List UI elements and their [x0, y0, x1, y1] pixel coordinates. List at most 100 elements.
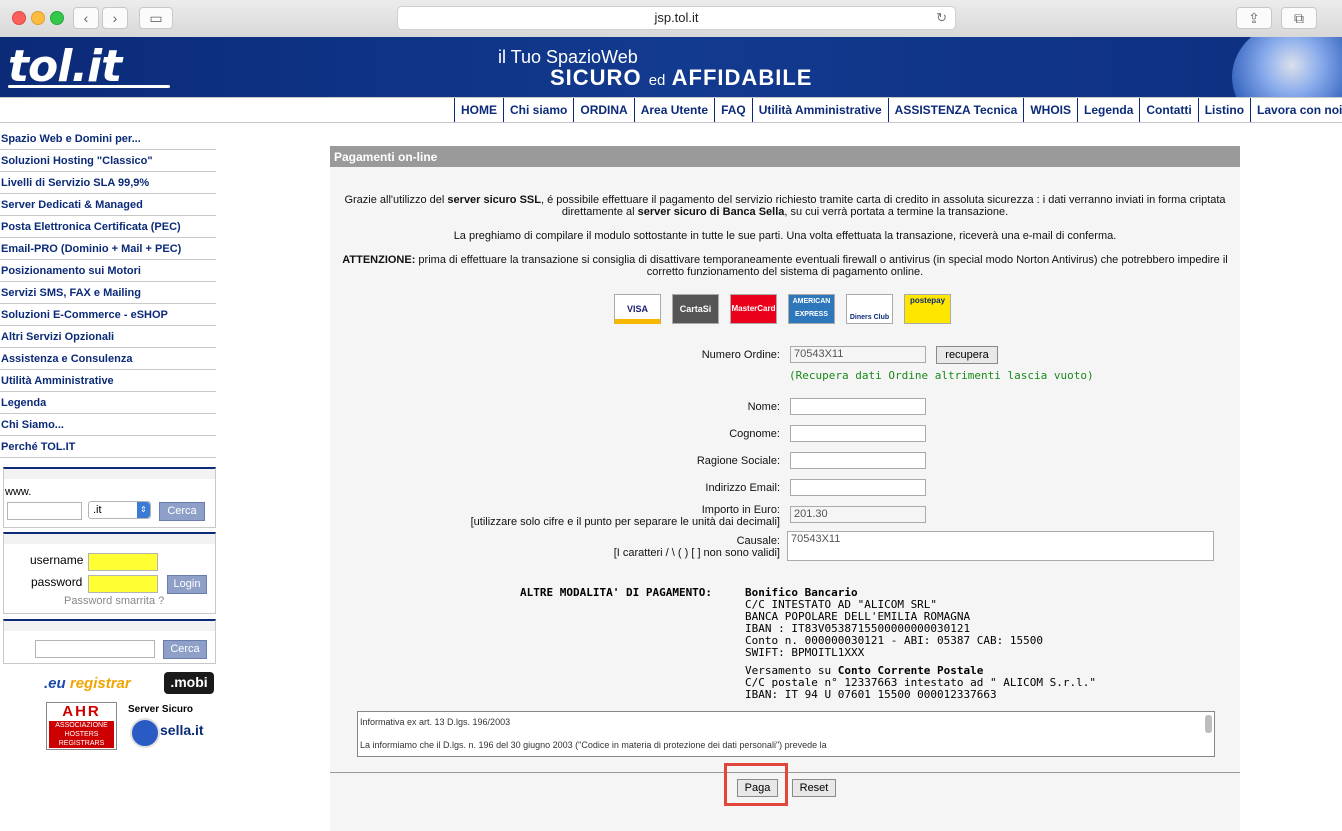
topnav-item[interactable]: ORDINA — [573, 98, 633, 122]
eu-registrar-logo[interactable]: .eu registrar — [44, 675, 131, 692]
email-label: Indirizzo Email: — [705, 482, 780, 494]
sidebar-toggle-button[interactable]: ▭ — [139, 7, 173, 29]
topnav-item[interactable]: FAQ — [714, 98, 752, 122]
mobi-logo[interactable]: .mobi — [164, 672, 214, 694]
cartasi-logo: CartaSi — [672, 294, 719, 324]
domain-search-button[interactable]: Cerca — [159, 502, 205, 521]
recupera-hint: (Recupera dati Ordine altrimenti lascia … — [789, 369, 1094, 382]
causale-label-1: Causale: — [736, 535, 780, 547]
sidebar-item[interactable]: Email-PRO (Dominio + Mail + PEC) — [0, 238, 216, 260]
attention-text-2: corretto funzionamento del sistema di pa… — [646, 266, 924, 278]
sidebar-item[interactable]: Perché TOL.IT — [0, 436, 216, 458]
tagline-affidabile: AFFIDABILE — [671, 65, 813, 90]
cognome-label: Cognome: — [729, 428, 780, 440]
attention-text: prima di effettuare la transazione si co… — [415, 254, 1228, 266]
site-search-button[interactable]: Cerca — [163, 640, 207, 659]
username-input[interactable] — [88, 553, 158, 571]
importo-label-2: [utilizzare solo cifre e il punto per se… — [470, 516, 780, 528]
ahr-logo[interactable]: AHR ASSOCIAZIONE HOSTERS REGISTRARS — [46, 702, 117, 750]
eu-logo-prefix: .eu — [44, 675, 66, 692]
sidebar-item[interactable]: Servizi SMS, FAX e Mailing — [0, 282, 216, 304]
close-window-button[interactable] — [12, 11, 26, 25]
topnav-item[interactable]: Contatti — [1139, 98, 1197, 122]
causale-label: Causale: [I caratteri / \ ( ) [ ] non so… — [430, 535, 780, 559]
card-logos: VISA CartaSi MasterCard AMERICAN EXPRESS… — [614, 294, 951, 324]
site-logo[interactable]: tol.it — [8, 45, 122, 89]
globe-image — [1232, 37, 1342, 97]
domain-input[interactable] — [7, 502, 82, 520]
site-search-input[interactable] — [35, 640, 155, 658]
sidebar-item[interactable]: Assistenza e Consulenza — [0, 348, 216, 370]
topnav-item[interactable]: WHOIS — [1023, 98, 1077, 122]
topnav-item[interactable]: Lavora con noi — [1250, 98, 1342, 122]
privacy-textarea[interactable]: Informativa ex art. 13 D.lgs. 196/2003 L… — [357, 711, 1215, 757]
sidebar-item[interactable]: Chi Siamo... — [0, 414, 216, 436]
order-number-label: Numero Ordine: — [701, 349, 780, 361]
ragione-sociale-input[interactable] — [790, 452, 926, 469]
zoom-window-button[interactable] — [50, 11, 64, 25]
site-search-box: Cerca — [3, 619, 216, 664]
share-button[interactable]: ⇪ — [1236, 7, 1272, 29]
sidebar-item[interactable]: Altri Servizi Opzionali — [0, 326, 216, 348]
sidebar-item[interactable]: Posizionamento sui Motori — [0, 260, 216, 282]
address-bar[interactable]: jsp.tol.it ↻ — [397, 6, 956, 30]
chevron-right-icon: › — [112, 10, 118, 26]
amex-logo: AMERICAN EXPRESS — [788, 294, 835, 324]
tld-select[interactable]: .it ⇕ — [88, 501, 151, 519]
tabs-button[interactable]: ⧉ — [1281, 7, 1317, 29]
order-number-input[interactable]: 70543X11 — [790, 346, 926, 363]
topnav-item[interactable]: Chi siamo — [503, 98, 573, 122]
sidebar-item[interactable]: Livelli di Servizio SLA 99,9% — [0, 172, 216, 194]
topnav-item[interactable]: Listino — [1197, 98, 1250, 122]
highlight-box — [724, 763, 788, 806]
password-label: password — [31, 575, 83, 589]
forgot-password-link[interactable]: Password smarrita ? — [64, 595, 164, 607]
intro-paragraph-3: ATTENZIONE: prima di effettuare la trans… — [336, 254, 1234, 278]
cognome-input[interactable] — [790, 425, 926, 442]
sidebar-item[interactable]: Server Dedicati & Managed — [0, 194, 216, 216]
sidebar-item[interactable]: Soluzioni Hosting "Classico" — [0, 150, 216, 172]
eu-logo-suffix: registrar — [65, 675, 131, 692]
sidebar-item[interactable]: Spazio Web e Domini per... — [0, 128, 216, 150]
topnav-item[interactable]: ASSISTENZA Tecnica — [887, 98, 1024, 122]
reset-button[interactable]: Reset — [792, 779, 836, 797]
recupera-button[interactable]: recupera — [936, 346, 998, 364]
privacy-line-2: La informiamo che il D.lgs. n. 196 del 3… — [360, 740, 827, 750]
intro1-text-a: Grazie all'utilizzo del — [344, 194, 448, 206]
mastercard-logo: MasterCard — [730, 294, 777, 324]
intro1-text-d: direttamente al — [561, 206, 638, 218]
sella-secure-logo[interactable]: Server Sicuro sella.it — [128, 704, 216, 748]
importo-input[interactable]: 201.30 — [790, 506, 926, 523]
topnav-item[interactable]: Legenda — [1077, 98, 1139, 122]
back-button[interactable]: ‹ — [73, 7, 99, 29]
password-input[interactable] — [88, 575, 158, 593]
tagline-sicuro: SICURO — [550, 65, 642, 90]
reload-icon[interactable]: ↻ — [936, 7, 947, 29]
diners-logo: Diners Club — [846, 294, 893, 324]
domain-prefix: www. — [5, 486, 32, 498]
importo-label-1: Importo in Euro: — [701, 504, 780, 516]
importo-label: Importo in Euro: [utilizzare solo cifre … — [430, 504, 780, 528]
topnav-item[interactable]: Area Utente — [633, 98, 714, 122]
username-label: username — [30, 553, 84, 567]
topnav-item[interactable]: Utilità Amministrative — [751, 98, 888, 122]
ragione-sociale-label: Ragione Sociale: — [696, 455, 780, 467]
nome-input[interactable] — [790, 398, 926, 415]
minimize-window-button[interactable] — [31, 11, 45, 25]
causale-textarea[interactable]: 70543X11 — [787, 531, 1214, 561]
privacy-scrollbar[interactable] — [1205, 715, 1212, 733]
sidebar-item[interactable]: Posta Elettronica Certificata (PEC) — [0, 216, 216, 238]
sidebar-item[interactable]: Soluzioni E-Commerce - eSHOP — [0, 304, 216, 326]
sidebar-item[interactable]: Legenda — [0, 392, 216, 414]
email-input[interactable] — [790, 479, 926, 496]
intro1-text-c: , é possibile effettuare il pagamento de… — [540, 194, 1226, 206]
forward-button[interactable]: › — [102, 7, 128, 29]
sidebar-menu: Spazio Web e Domini per... Soluzioni Host… — [0, 128, 216, 458]
visa-logo: VISA — [614, 294, 661, 324]
logo-underline — [8, 85, 170, 88]
login-button[interactable]: Login — [167, 575, 207, 594]
url-text: jsp.tol.it — [654, 10, 699, 25]
sidebar-item[interactable]: Utilità Amministrative — [0, 370, 216, 392]
login-box-header — [4, 534, 215, 544]
topnav-item[interactable]: HOME — [454, 98, 503, 122]
